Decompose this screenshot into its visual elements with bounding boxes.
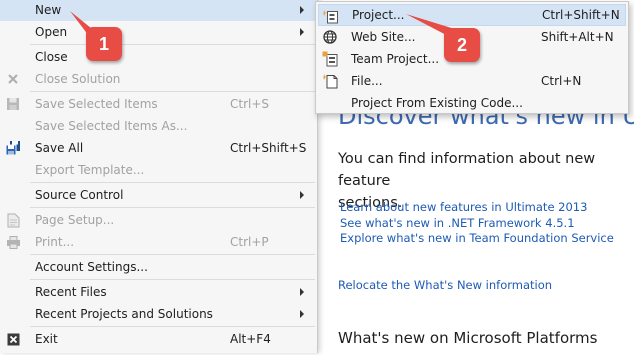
menu-separator [30,207,315,208]
menu-item-export-template: Export Template... [0,159,317,181]
menu-item-save-all[interactable]: Save All Ctrl+Shift+S [0,137,317,159]
intro-line-1: You can find information about new featu… [338,151,596,189]
link-team-foundation[interactable]: Explore what's new in Team Foundation Se… [340,231,614,247]
menu-item-label: Save Selected Items As... [35,119,188,133]
menu-item-label: Close [35,50,68,64]
menu-item-save-selected-as: Save Selected Items As... [0,115,317,137]
web-site-icon [322,29,338,45]
menu-item-label: Open [35,25,68,39]
close-solution-icon [5,71,21,87]
menu-separator [30,44,315,45]
submenu-item-project[interactable]: Project... Ctrl+Shift+N [318,4,626,26]
menu-item-new[interactable]: New [0,0,317,21]
menu-item-close[interactable]: Close [0,46,317,68]
menu-item-label: Source Control [35,188,124,202]
print-icon [5,234,21,250]
menu-item-account-settings[interactable]: Account Settings... [0,256,317,278]
menu-item-shortcut: Ctrl+P [230,235,269,249]
submenu-item-file[interactable]: File... Ctrl+N [318,70,626,92]
relocate-whats-new-link[interactable]: Relocate the What's New information [338,278,552,292]
submenu-item-label: Project... [352,8,405,22]
submenu-arrow-icon [300,28,304,36]
new-file-icon [322,73,338,89]
menu-separator [30,326,315,327]
submenu-item-label: Team Project... [351,52,440,66]
menu-item-exit[interactable]: Exit Alt+F4 [0,328,317,350]
submenu-item-label: Project From Existing Code... [351,96,523,110]
menu-item-label: Page Setup... [35,213,115,227]
submenu-arrow-icon [300,6,304,14]
team-project-icon [322,51,338,67]
submenu-item-shortcut: Ctrl+Shift+N [542,8,620,22]
menu-item-label: Save Selected Items [35,97,158,111]
menu-item-save-selected: Save Selected Items Ctrl+S [0,93,317,115]
submenu-item-label: Web Site... [351,30,416,44]
menu-item-label: Close Solution [35,72,121,86]
menu-item-label: Recent Projects and Solutions [35,307,213,321]
whats-new-links: Learn about new features in Ultimate 201… [340,200,614,247]
submenu-item-shortcut: Ctrl+N [541,74,582,88]
submenu-item-project-from-existing-code[interactable]: Project From Existing Code... [318,92,626,114]
link-net-framework[interactable]: See what's new in .NET Framework 4.5.1 [340,216,614,232]
menu-item-label: Exit [35,332,58,346]
menu-separator [30,182,315,183]
menu-item-page-setup: Page Setup... [0,209,317,231]
menu-item-source-control[interactable]: Source Control [0,184,317,206]
save-icon [5,96,21,112]
file-menu: New Open Close Close Solution Save Selec… [0,0,318,353]
menu-item-label: New [35,3,62,17]
menu-item-shortcut: Alt+F4 [230,332,271,346]
menu-item-shortcut: Ctrl+Shift+S [230,141,307,155]
submenu-item-label: File... [351,74,383,88]
menu-item-label: Account Settings... [35,260,148,274]
submenu-arrow-icon [300,310,304,318]
menu-item-label: Print... [35,235,75,249]
menu-item-shortcut: Ctrl+S [230,97,270,111]
menu-item-label: Export Template... [35,163,145,177]
menu-item-recent-projects[interactable]: Recent Projects and Solutions [0,303,317,325]
page-setup-icon [5,212,21,228]
menu-item-label: Save All [35,141,84,155]
submenu-arrow-icon [300,191,304,199]
callout-badge-1: 1 [86,27,122,61]
menu-item-close-solution: Close Solution [0,68,317,90]
submenu-arrow-icon [300,288,304,296]
callout-badge-2: 2 [444,28,480,62]
menu-separator [30,91,315,92]
menu-item-label: Recent Files [35,285,107,299]
menu-separator [30,279,315,280]
new-project-icon [323,8,339,24]
platforms-heading: What's new on Microsoft Platforms [338,329,598,347]
menu-item-print: Print... Ctrl+P [0,231,317,253]
exit-icon [5,331,21,347]
menu-item-recent-files[interactable]: Recent Files [0,281,317,303]
menu-separator [30,254,315,255]
menu-item-open[interactable]: Open [0,21,317,43]
submenu-item-shortcut: Shift+Alt+N [541,30,614,44]
link-ultimate-features[interactable]: Learn about new features in Ultimate 201… [340,200,614,216]
save-all-icon [5,140,21,156]
